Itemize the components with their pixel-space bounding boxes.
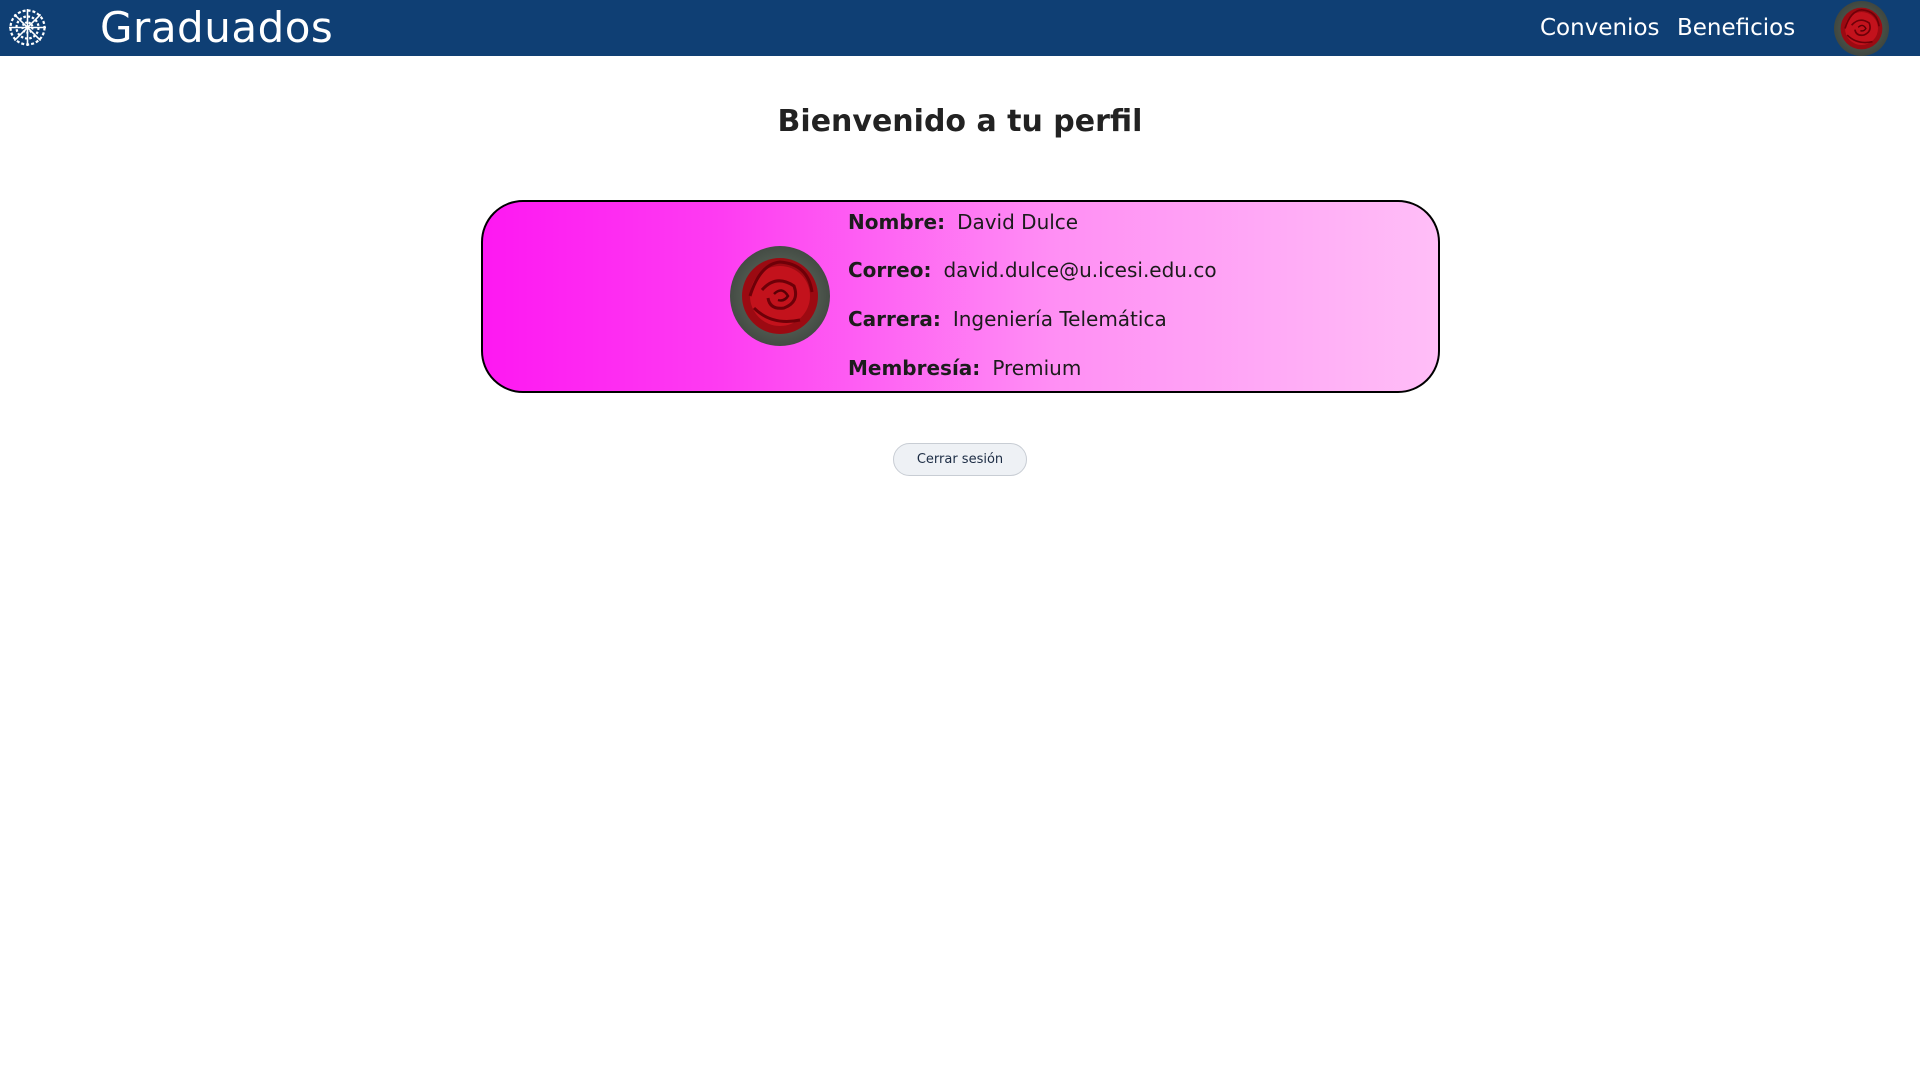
field-value: david.dulce@u.icesi.edu.co xyxy=(943,258,1217,282)
field-value: Premium xyxy=(992,356,1082,380)
top-navbar: Graduados Convenios Beneficios xyxy=(0,0,1920,56)
field-label: Correo: xyxy=(848,258,932,282)
nav-link-convenios[interactable]: Convenios xyxy=(1540,0,1660,56)
profile-field-carrera: Carrera: Ingeniería Telemática xyxy=(848,307,1167,331)
field-value: Ingeniería Telemática xyxy=(952,307,1167,331)
field-value: David Dulce xyxy=(957,210,1079,234)
logout-button[interactable]: Cerrar sesión xyxy=(893,443,1027,476)
profile-field-correo: Correo: david.dulce@u.icesi.edu.co xyxy=(848,258,1217,282)
nav-link-beneficios[interactable]: Beneficios xyxy=(1677,0,1795,56)
field-label: Nombre: xyxy=(848,210,946,234)
profile-photo xyxy=(730,246,830,346)
university-seal-icon[interactable] xyxy=(7,7,48,48)
page-title: Bienvenido a tu perfil xyxy=(777,104,1143,139)
profile-field-membresia: Membresía: Premium xyxy=(848,356,1081,380)
app-title: Graduados xyxy=(100,3,334,52)
profile-field-nombre: Nombre: David Dulce xyxy=(848,210,1078,234)
field-label: Carrera: xyxy=(848,307,941,331)
user-avatar[interactable] xyxy=(1834,1,1889,56)
field-label: Membresía: xyxy=(848,356,981,380)
